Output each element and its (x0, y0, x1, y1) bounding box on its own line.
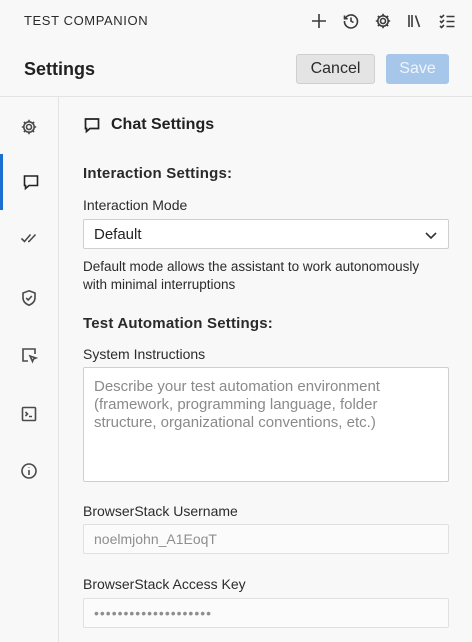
interaction-mode-help: Default mode allows the assistant to wor… (83, 259, 420, 292)
sidebar-item-about[interactable] (0, 443, 58, 499)
settings-header: Settings Cancel Save (0, 42, 472, 97)
system-instructions-input[interactable] (83, 367, 449, 482)
plus-icon[interactable] (308, 10, 330, 32)
library-icon[interactable] (404, 10, 426, 32)
browserstack-username-label: BrowserStack Username (83, 503, 238, 519)
gear-icon[interactable] (372, 10, 394, 32)
sidebar-item-security[interactable] (0, 270, 58, 326)
browserstack-access-key-label: BrowserStack Access Key (83, 576, 246, 592)
section-title: Chat Settings (111, 116, 215, 133)
cancel-button[interactable]: Cancel (296, 54, 375, 84)
sidebar-item-general[interactable] (0, 99, 58, 155)
sidebar-item-chat[interactable] (0, 154, 58, 210)
settings-content: Chat Settings Interaction Settings: Inte… (59, 97, 472, 642)
sidebar-item-selector[interactable] (0, 327, 58, 383)
page-title: Settings (24, 59, 96, 79)
system-instructions-label: System Instructions (83, 346, 206, 362)
top-bar: TEST COMPANION (0, 0, 472, 42)
double-check-icon (20, 233, 37, 243)
select-pointer-icon (22, 348, 38, 364)
toolbar-icons (308, 10, 458, 32)
browserstack-username-field[interactable] (83, 524, 449, 554)
chevron-down-icon (425, 232, 437, 240)
chat-icon (84, 118, 100, 134)
terminal-icon (21, 406, 37, 422)
test-automation-heading: Test Automation Settings: (83, 315, 273, 332)
interaction-mode-select[interactable]: Default (83, 219, 449, 249)
interaction-mode-label: Interaction Mode (83, 197, 188, 213)
history-icon[interactable] (340, 10, 362, 32)
interaction-settings-heading: Interaction Settings: (83, 165, 233, 182)
info-icon (21, 463, 37, 479)
gear-icon (21, 119, 37, 135)
sidebar-item-checks[interactable] (0, 210, 58, 266)
save-button[interactable]: Save (386, 54, 449, 84)
browserstack-access-key-field[interactable] (83, 598, 449, 628)
app-title: TEST COMPANION (24, 13, 149, 28)
checklist-icon[interactable] (436, 10, 458, 32)
settings-sidebar (0, 97, 59, 642)
shield-check-icon (22, 289, 36, 307)
section-header: Chat Settings (83, 116, 214, 134)
chat-icon (23, 175, 38, 191)
interaction-mode-value: Default (94, 225, 142, 243)
sidebar-item-terminal[interactable] (0, 386, 58, 442)
